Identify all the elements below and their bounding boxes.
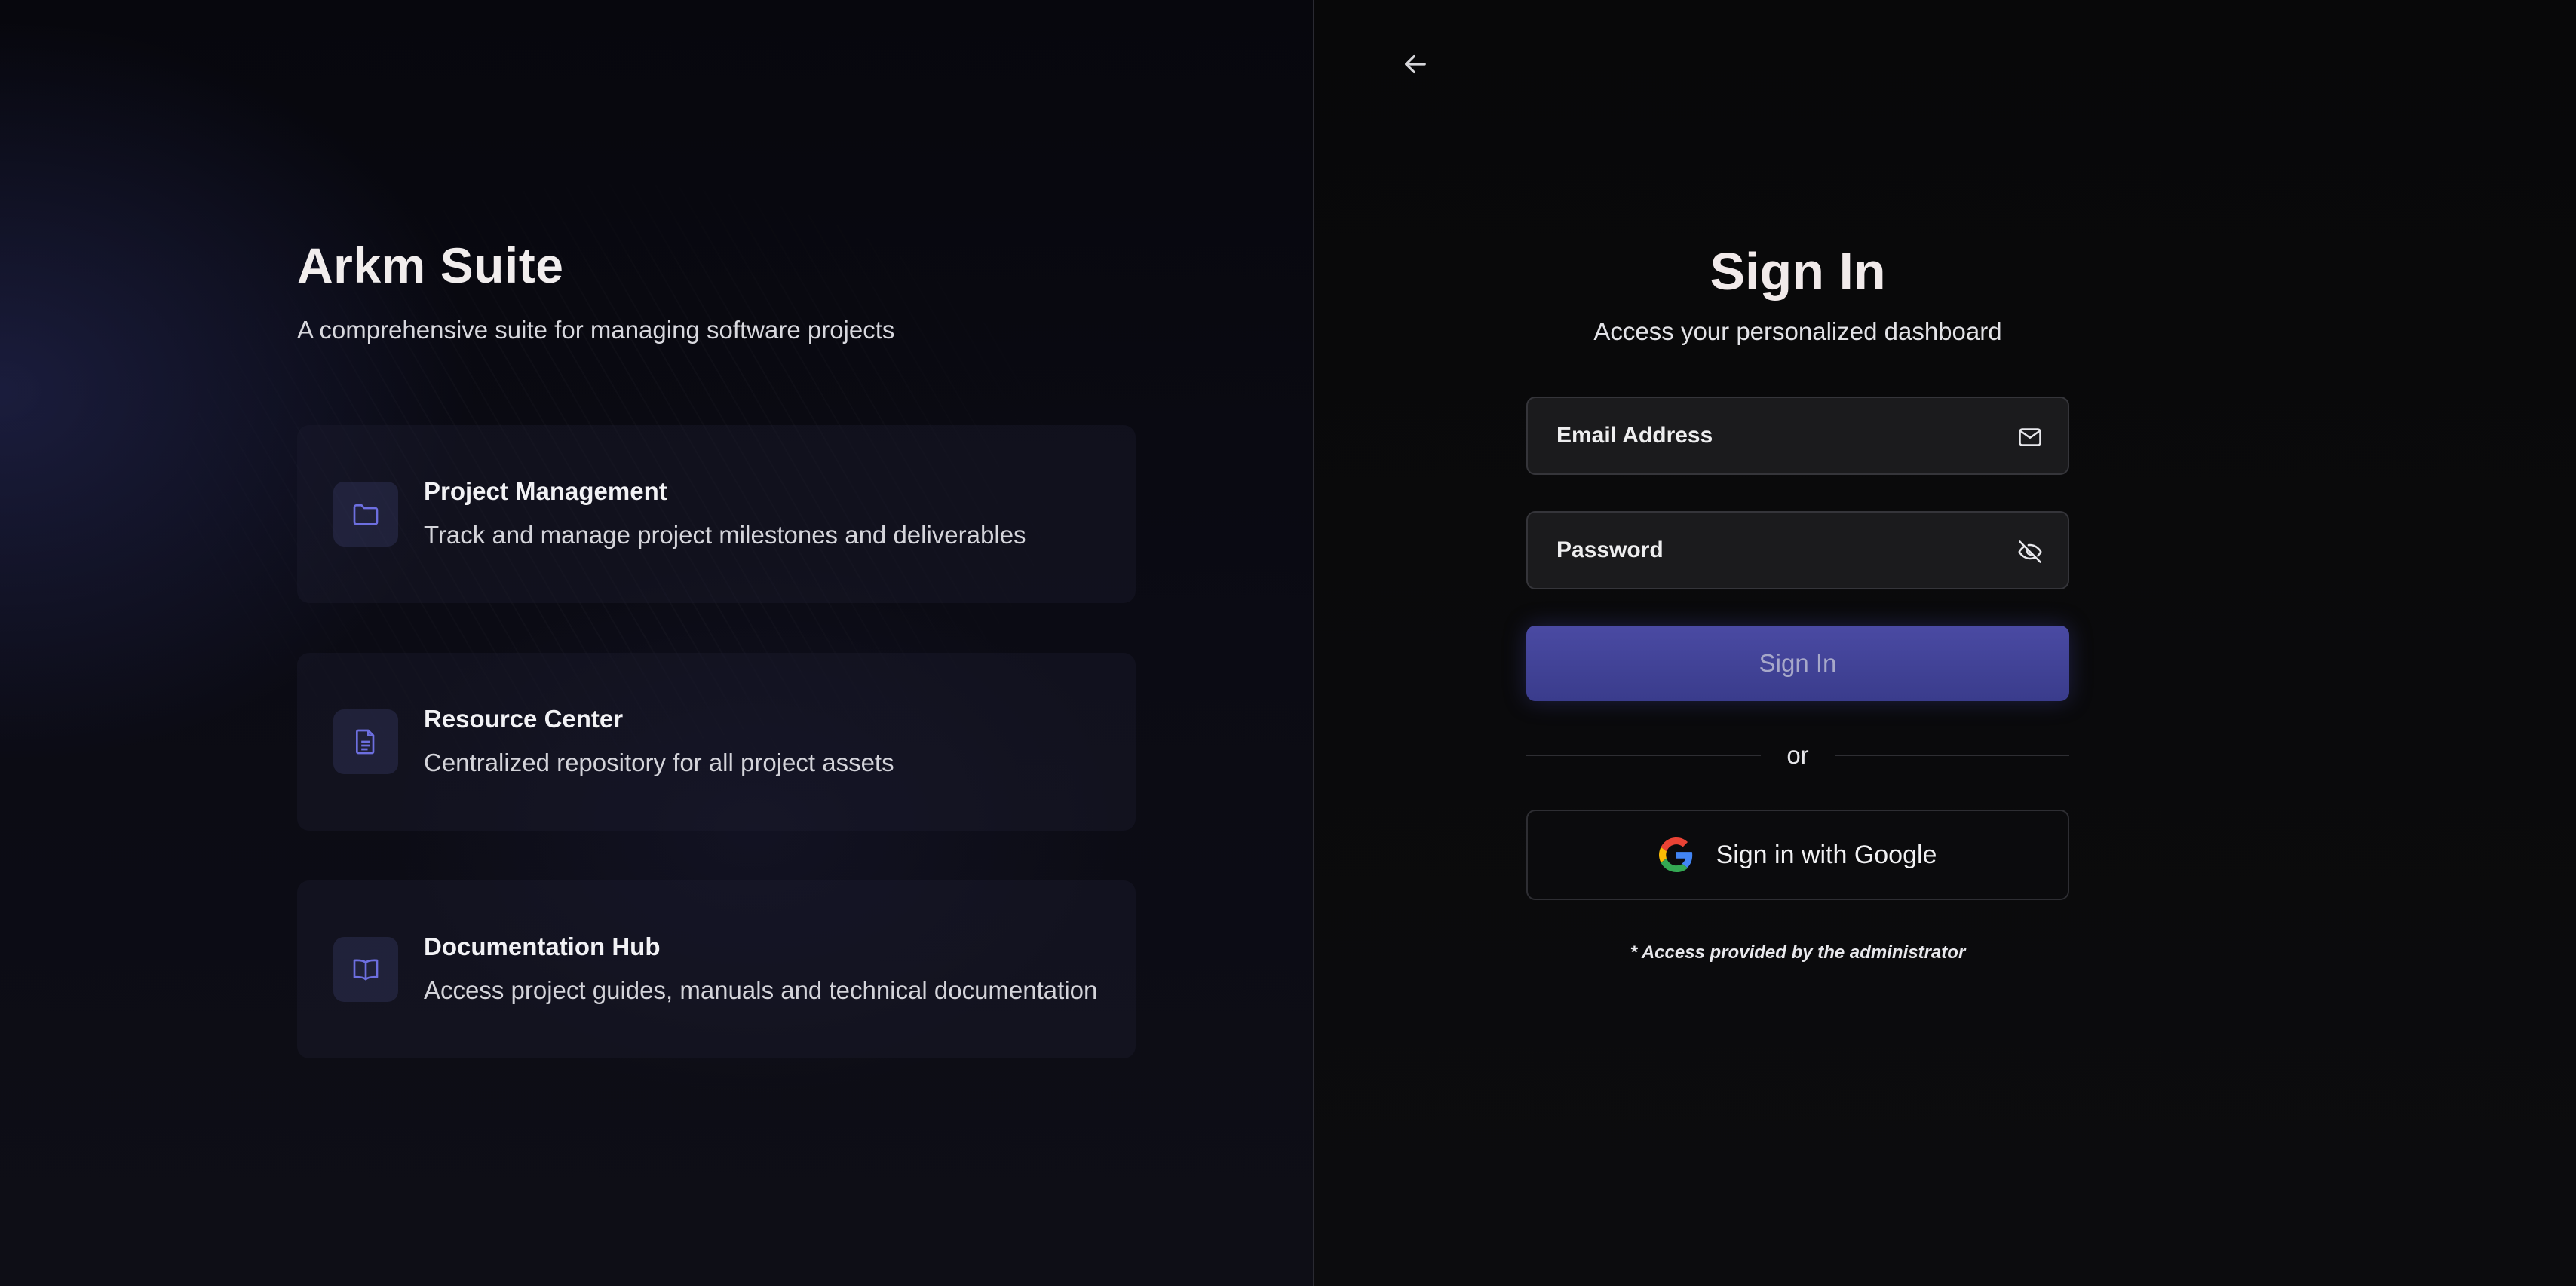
feature-card-resource-center: Resource Center Centralized repository f… bbox=[297, 653, 1136, 831]
auth-panel: Sign In Access your personalized dashboa… bbox=[1314, 0, 2576, 1286]
email-field[interactable] bbox=[1528, 398, 2068, 473]
email-field-container bbox=[1526, 397, 2069, 475]
divider-line bbox=[1834, 755, 2069, 756]
info-panel: Arkm Suite A comprehensive suite for man… bbox=[0, 0, 1314, 1286]
page-title: Sign In bbox=[1710, 242, 1886, 301]
folder-icon bbox=[333, 482, 398, 547]
feature-title: Documentation Hub bbox=[424, 932, 661, 960]
feature-description: Track and manage project milestones and … bbox=[424, 521, 1026, 549]
brand-title: Arkm Suite bbox=[297, 237, 564, 293]
eye-off-icon[interactable] bbox=[2015, 537, 2045, 567]
book-open-icon bbox=[333, 937, 398, 1002]
feature-title: Project Management bbox=[424, 477, 667, 505]
google-icon bbox=[1658, 837, 1692, 872]
mail-icon bbox=[2015, 422, 2045, 452]
brand-block: Arkm Suite A comprehensive suite for man… bbox=[297, 235, 894, 345]
sign-in-button[interactable]: Sign In bbox=[1526, 626, 2069, 701]
password-field-container bbox=[1526, 511, 2069, 589]
feature-title: Resource Center bbox=[424, 705, 624, 733]
document-icon bbox=[333, 709, 398, 774]
feature-description: Centralized repository for all project a… bbox=[424, 749, 894, 776]
or-divider: or bbox=[1526, 740, 2069, 770]
feature-card-documentation-hub: Documentation Hub Access project guides,… bbox=[297, 880, 1136, 1058]
sign-in-form: Sign In Access your personalized dashboa… bbox=[1526, 240, 2069, 963]
arrow-left-icon bbox=[1405, 54, 1426, 74]
password-field[interactable] bbox=[1528, 513, 2068, 588]
google-sign-in-button[interactable]: Sign in with Google bbox=[1526, 810, 2069, 900]
feature-card-project-management: Project Management Track and manage proj… bbox=[297, 425, 1136, 603]
or-label: or bbox=[1786, 741, 1809, 769]
back-button[interactable] bbox=[1389, 38, 1442, 90]
feature-description: Access project guides, manuals and techn… bbox=[424, 976, 1098, 1004]
brand-subtitle: A comprehensive suite for managing softw… bbox=[297, 316, 895, 344]
page-subtitle: Access your personalized dashboard bbox=[1593, 317, 2002, 345]
login-page: Arkm Suite A comprehensive suite for man… bbox=[0, 0, 2576, 1286]
google-button-label: Sign in with Google bbox=[1716, 840, 1937, 869]
divider-line bbox=[1526, 755, 1762, 756]
access-note: * Access provided by the administrator bbox=[1630, 942, 1966, 963]
